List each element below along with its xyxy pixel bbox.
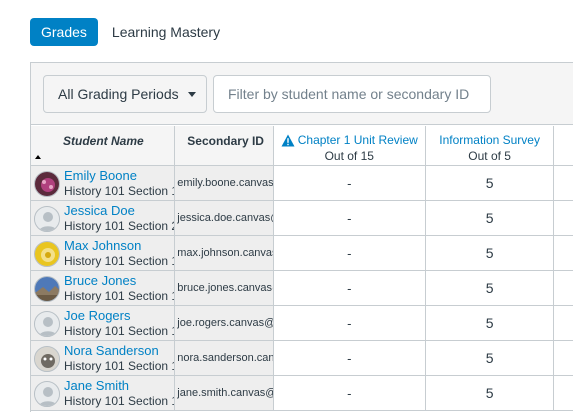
- overflow-cell: [554, 236, 573, 270]
- grade-cell[interactable]: 5: [426, 236, 555, 270]
- gradebook-panel: All Grading Periods Student Name Seconda…: [30, 62, 573, 412]
- grade-cell[interactable]: 5: [426, 166, 555, 200]
- tab-grades[interactable]: Grades: [30, 18, 98, 46]
- column-header-student-name[interactable]: Student Name: [31, 126, 176, 165]
- grade-cell[interactable]: -: [274, 236, 426, 270]
- student-section: History 101 Section 1: [64, 394, 176, 408]
- secondary-id-cell: max.johnson.canvas@: [175, 236, 274, 270]
- overflow-cell: [554, 166, 573, 200]
- overflow-cell: [554, 306, 573, 340]
- secondary-id-header-label: Secondary ID: [187, 134, 264, 148]
- header-row: Student Name Secondary ID Chapter 1 Unit…: [31, 126, 573, 166]
- student-section: History 101 Section 1: [64, 254, 176, 268]
- grade-cell[interactable]: 5: [426, 201, 555, 235]
- column-header-secondary-id[interactable]: Secondary ID: [175, 126, 274, 165]
- overflow-cell: [554, 376, 573, 410]
- assignment-title-row: Chapter 1 Unit Review: [274, 133, 425, 147]
- grade-cell[interactable]: -: [274, 376, 426, 410]
- grading-period-label: All Grading Periods: [58, 86, 179, 102]
- table-row: Jessica Doe History 101 Section 2 jessica.…: [31, 201, 573, 236]
- overflow-cell: [554, 341, 573, 375]
- avatar[interactable]: [34, 311, 60, 337]
- student-name-link[interactable]: Nora Sanderson: [64, 343, 159, 358]
- secondary-id-cell: jane.smith.canvas@: [175, 376, 274, 410]
- student-cell: Max Johnson History 101 Section 1: [31, 236, 176, 270]
- assignment-title[interactable]: Chapter 1 Unit Review: [298, 133, 418, 147]
- student-cell: Bruce Jones History 101 Section 1: [31, 271, 176, 305]
- student-name-link[interactable]: Max Johnson: [64, 238, 141, 253]
- table-row: Emily Boone History 101 Section 1 emily.bo…: [31, 166, 573, 201]
- student-section: History 101 Section 1: [64, 289, 176, 303]
- column-header-chapter-1-unit-review[interactable]: Chapter 1 Unit Review Out of 15: [274, 126, 426, 165]
- grade-cell[interactable]: -: [274, 341, 426, 375]
- sort-ascending-icon: [35, 155, 41, 159]
- student-filter-input[interactable]: [213, 75, 491, 113]
- avatar[interactable]: [34, 381, 60, 407]
- avatar[interactable]: [34, 276, 60, 302]
- tab-learning-mastery[interactable]: Learning Mastery: [112, 24, 220, 40]
- student-cell: Jessica Doe History 101 Section 2: [31, 201, 176, 235]
- grading-period-dropdown[interactable]: All Grading Periods: [43, 75, 207, 113]
- assignment-points: Out of 15: [324, 149, 374, 163]
- grade-cell[interactable]: 5: [426, 341, 555, 375]
- avatar[interactable]: [34, 171, 60, 197]
- secondary-id-cell: joe.rogers.canvas@: [175, 306, 274, 340]
- table-row: Nora Sanderson History 101 Section 1 nora.…: [31, 341, 573, 376]
- secondary-id-cell: jessica.doe.canvas@: [175, 201, 274, 235]
- student-section: History 101 Section 1: [64, 359, 176, 373]
- grade-cell[interactable]: 5: [426, 271, 555, 305]
- table-row: Joe Rogers History 101 Section 1 joe.roger…: [31, 306, 573, 341]
- student-name-link[interactable]: Jane Smith: [64, 378, 129, 393]
- warning-icon: [281, 134, 295, 147]
- table-row: Max Johnson History 101 Section 1 max.john…: [31, 236, 573, 271]
- overflow-cell: [554, 271, 573, 305]
- secondary-id-cell: bruce.jones.canvas@: [175, 271, 274, 305]
- grade-cell[interactable]: -: [274, 201, 426, 235]
- student-section: History 101 Section 2: [64, 219, 176, 233]
- avatar[interactable]: [34, 206, 60, 232]
- student-section: History 101 Section 1: [64, 324, 176, 338]
- grade-cell[interactable]: -: [274, 166, 426, 200]
- table-row: Jane Smith History 101 Section 1 jane.smit…: [31, 376, 573, 411]
- grade-cell[interactable]: 5: [426, 376, 555, 410]
- grade-cell[interactable]: -: [274, 306, 426, 340]
- gradebook-toolbar: All Grading Periods: [31, 63, 573, 125]
- column-header-information-survey[interactable]: Information Survey Out of 5: [426, 126, 555, 165]
- student-name-header-label: Student Name: [63, 134, 144, 148]
- overflow-cell: [554, 201, 573, 235]
- assignment-title[interactable]: Information Survey: [426, 133, 554, 147]
- student-name-link[interactable]: Emily Boone: [64, 168, 137, 183]
- table-row: Bruce Jones History 101 Section 1 bruce.jo…: [31, 271, 573, 306]
- student-cell: Jane Smith History 101 Section 1: [31, 376, 176, 410]
- student-section: History 101 Section 1: [64, 184, 176, 198]
- avatar[interactable]: [34, 241, 60, 267]
- student-name-link[interactable]: Bruce Jones: [64, 273, 136, 288]
- column-header-overflow: [554, 126, 573, 165]
- caret-down-icon: [187, 91, 196, 97]
- student-name-link[interactable]: Joe Rogers: [64, 308, 130, 323]
- avatar[interactable]: [34, 346, 60, 372]
- student-cell: Emily Boone History 101 Section 1: [31, 166, 176, 200]
- student-cell: Joe Rogers History 101 Section 1: [31, 306, 176, 340]
- secondary-id-cell: nora.sanderson.canvas@: [175, 341, 274, 375]
- grade-cell[interactable]: 5: [426, 306, 555, 340]
- student-name-link[interactable]: Jessica Doe: [64, 203, 135, 218]
- gradebook-grid: Student Name Secondary ID Chapter 1 Unit…: [31, 126, 573, 411]
- student-cell: Nora Sanderson History 101 Section 1: [31, 341, 176, 375]
- assignment-points: Out of 5: [468, 149, 511, 163]
- gradebook-tabs: Grades Learning Mastery: [30, 18, 220, 46]
- grade-cell[interactable]: -: [274, 271, 426, 305]
- student-rows: Emily Boone History 101 Section 1 emily.bo…: [31, 166, 573, 411]
- secondary-id-cell: emily.boone.canvas@: [175, 166, 274, 200]
